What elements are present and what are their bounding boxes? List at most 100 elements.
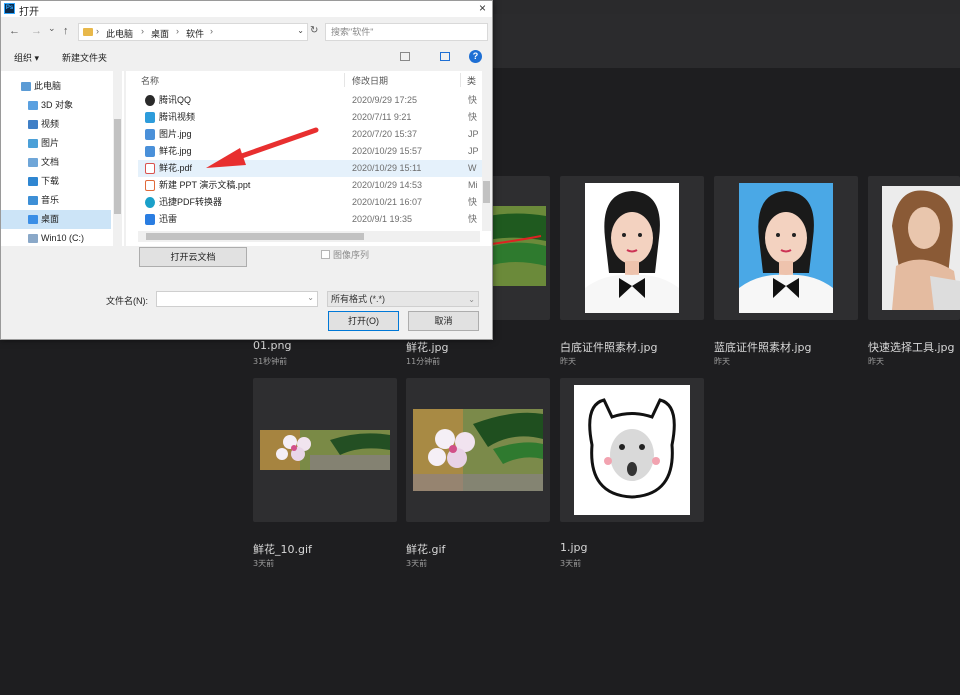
file-date: 2020/9/1 19:35 <box>352 214 413 224</box>
new-folder-button[interactable]: 新建文件夹 <box>62 51 107 64</box>
nav-item-label: 文档 <box>41 157 60 167</box>
file-format-select[interactable]: 所有格式 (*.*) ⌄ <box>327 291 479 307</box>
nav-item-videos[interactable]: 视频 <box>1 115 111 134</box>
breadcrumb-item[interactable]: 软件 <box>186 27 204 40</box>
file-row[interactable]: 图片.jpg 2020/7/20 15:37 JP <box>138 126 482 143</box>
open-button[interactable]: 打开(O) <box>328 311 399 331</box>
nav-item-music[interactable]: 音乐 <box>1 191 111 210</box>
pdf-converter-shortcut-icon <box>145 197 155 208</box>
flower-gif-thumbnail <box>413 409 543 491</box>
file-row[interactable]: 迅雷 2020/9/1 19:35 快 <box>138 211 482 228</box>
file-list-vertical-scrollbar[interactable] <box>482 71 491 231</box>
file-row[interactable]: 腾讯视频 2020/7/11 9:21 快 <box>138 109 482 126</box>
file-row[interactable]: 腾讯QQ 2020/9/29 17:25 快 <box>138 92 482 109</box>
video-folder-icon <box>28 120 38 129</box>
file-row[interactable]: 迅捷PDF转换器 2020/10/21 16:07 快 <box>138 194 482 211</box>
image-file-icon <box>145 146 155 157</box>
nav-pane-scrollbar[interactable] <box>113 71 122 246</box>
nav-item-desktop[interactable]: 桌面 <box>1 210 111 229</box>
pictures-folder-icon <box>28 139 38 148</box>
recent-locations-chevron-icon[interactable]: ⌄ <box>48 23 56 34</box>
recent-file-name[interactable]: 蓝底证件照素材.jpg <box>714 339 812 355</box>
recent-file-name[interactable]: 鲜花_10.gif <box>253 541 312 557</box>
nav-item-label: 此电脑 <box>34 81 62 91</box>
nav-item-this-pc[interactable]: 此电脑 <box>1 77 111 96</box>
file-list-vertical-scrollbar-thumb[interactable] <box>483 181 490 203</box>
forward-arrow-icon[interactable]: → <box>31 25 42 37</box>
recent-file-name[interactable]: 鲜花.jpg <box>406 339 449 355</box>
organize-menu[interactable]: 组织 ▾ <box>14 51 39 64</box>
address-bar[interactable]: › 此电脑 › 桌面 › 软件 › ⌄ <box>78 23 308 41</box>
recent-tile-8[interactable] <box>560 378 704 522</box>
nav-item-c-drive[interactable]: Win10 (C:) <box>1 229 111 246</box>
nav-item-downloads[interactable]: 下载 <box>1 172 111 191</box>
file-name: 新建 PPT 演示文稿.ppt <box>159 180 251 190</box>
breadcrumb-item[interactable]: 桌面 <box>151 27 169 40</box>
close-button[interactable]: × <box>479 1 486 15</box>
file-name: 腾讯QQ <box>159 95 192 105</box>
file-row[interactable]: 鲜花.jpg 2020/10/29 15:57 JP <box>138 143 482 160</box>
help-icon[interactable]: ? <box>469 50 482 63</box>
address-dropdown-chevron-icon[interactable]: ⌄ <box>297 26 304 35</box>
recent-tile-5[interactable] <box>868 176 960 320</box>
column-divider[interactable] <box>460 73 461 87</box>
recent-tile-4[interactable] <box>714 176 858 320</box>
recent-file-name[interactable]: 白底证件照素材.jpg <box>560 339 658 355</box>
preview-pane-icon[interactable] <box>440 52 450 61</box>
breadcrumb-item[interactable]: 此电脑 <box>106 27 133 40</box>
woman-photo-thumbnail <box>882 186 960 310</box>
image-sequence-checkbox[interactable] <box>321 250 330 259</box>
column-divider[interactable] <box>344 73 345 87</box>
file-row[interactable]: 新建 PPT 演示文稿.ppt 2020/10/29 14:53 Mi <box>138 177 482 194</box>
qq-shortcut-icon <box>145 95 155 106</box>
nav-pane-scrollbar-thumb[interactable] <box>114 119 121 214</box>
recent-file-name[interactable]: 1.jpg <box>560 541 588 554</box>
nav-item-documents[interactable]: 文档 <box>1 153 111 172</box>
format-dropdown-chevron-icon[interactable]: ⌄ <box>468 293 475 307</box>
filename-dropdown-chevron-icon[interactable]: ⌄ <box>307 293 314 302</box>
back-arrow-icon[interactable]: ← <box>9 25 20 37</box>
recent-file-time: 3天前 <box>560 559 582 568</box>
filename-input[interactable]: ⌄ <box>156 291 318 307</box>
tencent-video-shortcut-icon <box>145 112 155 123</box>
documents-folder-icon <box>28 158 38 167</box>
ppt-file-icon <box>145 180 155 191</box>
file-type: Mi <box>468 180 478 190</box>
recent-tile-7[interactable] <box>406 378 550 522</box>
file-row[interactable]: 鲜花.pdf 2020/10/29 15:11 W <box>138 160 482 177</box>
navigation-pane: 此电脑 3D 对象 视频 图片 文档 下载 音乐 桌面 Win10 (C:) <box>1 71 124 246</box>
cancel-button[interactable]: 取消 <box>408 311 479 331</box>
file-date: 2020/7/20 15:37 <box>352 129 418 139</box>
open-cloud-document-button[interactable]: 打开云文档 <box>139 247 247 267</box>
recent-tile-3[interactable] <box>560 176 704 320</box>
file-date: 2020/10/29 15:11 <box>352 163 422 173</box>
recent-file-name[interactable]: 鲜花.gif <box>406 541 445 557</box>
recent-file-time: 11分钟前 <box>406 357 441 366</box>
folder-icon <box>83 28 93 36</box>
dialog-titlebar[interactable]: Ps 打开 × <box>1 1 492 18</box>
nav-item-pictures[interactable]: 图片 <box>1 134 111 153</box>
column-header-date[interactable]: 修改日期 <box>352 74 388 87</box>
file-type: 快 <box>468 214 478 224</box>
search-input[interactable]: 搜索"软件" <box>325 23 488 41</box>
recent-file-time: 31秒钟前 <box>253 357 288 366</box>
nav-item-label: 图片 <box>41 138 60 148</box>
pdf-file-icon <box>145 163 155 174</box>
file-list-horizontal-scrollbar-thumb[interactable] <box>146 233 364 240</box>
nav-item-label: 3D 对象 <box>41 100 74 110</box>
file-list-horizontal-scrollbar[interactable] <box>138 231 480 242</box>
column-header-type[interactable]: 类 <box>467 74 476 87</box>
dialog-title: 打开 <box>19 7 39 18</box>
nav-item-3d-objects[interactable]: 3D 对象 <box>1 96 111 115</box>
recent-file-time: 昨天 <box>560 357 576 366</box>
recent-file-name[interactable]: 01.png <box>253 339 291 352</box>
breadcrumb-separator: › <box>141 26 144 36</box>
recent-file-time: 3天前 <box>253 559 275 568</box>
recent-file-name[interactable]: 快速选择工具.jpg <box>868 339 955 355</box>
view-options-icon[interactable] <box>400 52 410 61</box>
column-header-name[interactable]: 名称 <box>141 74 159 87</box>
up-arrow-icon[interactable]: ↑ <box>63 25 69 37</box>
recent-tile-6[interactable] <box>253 378 397 522</box>
refresh-icon[interactable]: ↻ <box>310 25 318 36</box>
file-list-pane: 名称 修改日期 类 腾讯QQ 2020/9/29 17:25 快 腾讯视频 20… <box>126 71 491 246</box>
